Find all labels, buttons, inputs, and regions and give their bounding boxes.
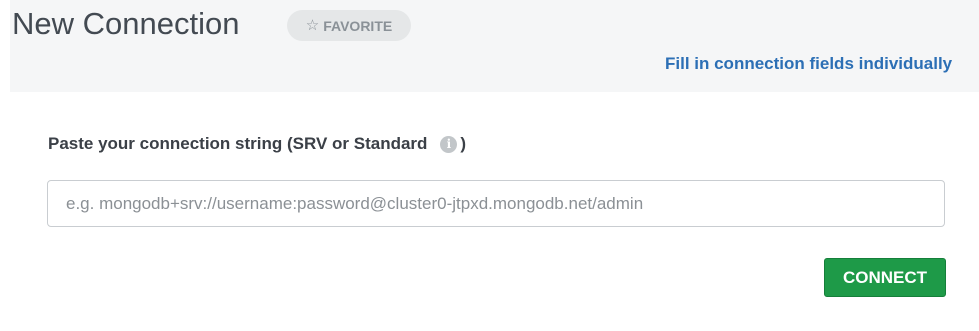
- header-left-edge: [0, 0, 10, 92]
- connection-string-label-close: ): [460, 134, 467, 153]
- connection-header: New Connection ☆ FAVORITE Fill in connec…: [0, 0, 979, 92]
- star-outline-icon: ☆: [305, 16, 320, 34]
- fill-fields-individually-link[interactable]: Fill in connection fields individually: [665, 54, 979, 74]
- page-title: New Connection: [12, 6, 240, 41]
- connection-string-input[interactable]: [47, 180, 945, 227]
- favorite-button-label: FAVORITE: [323, 17, 393, 34]
- new-connection-page: New Connection ☆ FAVORITE Fill in connec…: [0, 0, 979, 331]
- info-icon[interactable]: i: [440, 135, 458, 153]
- connection-string-label-text: Paste your connection string (SRV or Sta…: [48, 134, 428, 153]
- connection-string-label: Paste your connection string (SRV or Sta…: [48, 134, 466, 154]
- connect-button[interactable]: CONNECT: [824, 258, 946, 297]
- favorite-button[interactable]: ☆ FAVORITE: [287, 10, 411, 41]
